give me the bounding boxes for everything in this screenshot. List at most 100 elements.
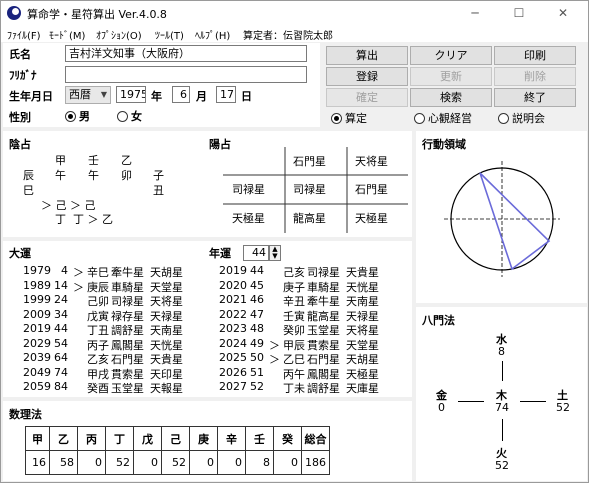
clear-button[interactable]: クリア [410,46,492,65]
menu-tool[interactable]: ﾂｰﾙ(T) [155,27,184,42]
era-select[interactable]: 西暦 ▼ [65,86,111,104]
suuri-table: 甲乙丙丁戊己庚辛壬癸総合 16 58 0 52 0 52 0 0 8 0 186 [25,426,330,475]
taiun-year: 2019 [219,264,247,277]
earth-value: 52 [556,401,570,414]
search-button[interactable]: 検索 [410,88,492,107]
suuri-panel: 数理法 甲乙丙丁戊己庚辛壬癸総合 16 58 0 52 0 52 0 0 8 0 186 [3,401,412,481]
taiun-year: 1999 [23,293,51,306]
suuri-value-row: 16 58 0 52 0 52 0 0 8 0 186 [25,450,330,475]
app-window: 算命学・星符算出 Ver.4.0.8 ─ ☐ ✕ ﾌｧｲﾙ(F) ﾓｰﾄﾞ(M)… [0,0,589,483]
suuri-header-cell: 壬 [245,426,274,451]
taiun-age: 52 [250,380,264,393]
suuri-header-cell: 丙 [77,426,106,451]
month-input[interactable]: 6 [172,86,190,103]
suuri-header-cell: 癸 [273,426,302,451]
male-radio[interactable]: 男 [65,108,90,124]
minimize-button[interactable]: ─ [453,1,497,25]
koudou-chart [444,161,560,277]
mode-setsumei-radio[interactable]: 説明会 [498,110,545,126]
yosen-right-bottom: 天極星 [355,212,388,225]
close-button[interactable]: ✕ [541,1,585,25]
inzen-stem-3: 乙 [121,154,132,167]
mode-santei-label: 算定 [345,112,367,125]
female-radio[interactable]: 女 [117,108,142,124]
maximize-button[interactable]: ☐ [497,1,541,25]
yosen-right-top: 天将星 [355,155,388,168]
taiun-year: 2039 [23,351,51,364]
dob-label: 生年月日 [9,90,53,103]
fire-value: 52 [495,459,509,472]
operator-name: 算定者：伝習院太郎 [243,31,333,42]
suuri-header-cell: 乙 [49,426,78,451]
inzen-branch-5: 子 [153,169,164,182]
kana-input[interactable] [65,66,307,83]
menu-help[interactable]: ﾍﾙﾌﾟ(H) [195,27,230,42]
radio-unchecked-icon [117,111,128,122]
taiun-age: 47 [250,307,264,321]
suuri-header-cell: 甲 [25,426,50,451]
kana-label: ﾌﾘｶﾞﾅ [9,69,37,82]
inzen-branch-2: 午 [55,169,66,182]
suuri-value-cell: 52 [105,450,134,475]
taiun-year: 2022 [219,307,247,321]
wood-value: 74 [495,401,509,414]
taiun-age: 24 [54,293,68,306]
nenun-input[interactable]: 44 [243,245,269,261]
delete-button[interactable]: 削除 [494,67,576,86]
suuri-value-cell: 0 [217,450,246,475]
print-button[interactable]: 印刷 [494,46,576,65]
taiun-juni: 天報星 [150,382,183,395]
earth-connector [520,401,546,402]
register-button[interactable]: 登録 [326,67,408,86]
koudou-panel: 行動領域 [416,131,587,303]
taiun-age: 51 [250,365,264,379]
yosen-west: 司禄星 [232,183,265,196]
taiun-age: 74 [54,365,68,379]
yosen-south: 龍高星 [293,212,326,225]
gender-label: 性別 [9,111,31,124]
taiun-year: 2027 [219,380,247,393]
name-input[interactable]: 吉村洋文知事（大阪府） [65,45,307,62]
mode-shinkan-radio[interactable]: 心観経営 [414,110,472,126]
mode-santei-radio[interactable]: 算定 [331,110,367,126]
taiun-year: 2020 [219,278,247,292]
suuri-header-cell: 辛 [217,426,246,451]
taiun-age: 44 [54,322,68,335]
inzen-title: 陰占 [9,138,31,151]
exit-button[interactable]: 終了 [494,88,576,107]
suuri-value-cell: 52 [161,450,190,475]
radio-unchecked-icon [414,113,425,124]
taiun-age: 44 [250,264,264,277]
female-label: 女 [131,110,142,123]
menu-option[interactable]: ｵﾌﾟｼｮﾝ(O) [96,27,142,42]
suuri-header-row: 甲乙丙丁戊己庚辛壬癸総合 [25,426,330,451]
taiun-year: 1979 [23,264,51,277]
menu-bar: ﾌｧｲﾙ(F) ﾓｰﾄﾞ(M) ｵﾌﾟｼｮﾝ(O) ﾂｰﾙ(T) ﾍﾙﾌﾟ(H)… [1,25,588,42]
inzen-extra-1: 巳 [23,184,34,197]
taiun-star: 玉堂星 [111,382,144,395]
nenun-spinner[interactable]: ▲ ▼ [269,245,281,261]
menu-mode[interactable]: ﾓｰﾄﾞ(M) [49,27,85,42]
spin-down-icon: ▼ [272,252,278,260]
calc-button[interactable]: 算出 [326,46,408,65]
taiun-age: 46 [250,293,264,306]
suuri-value-cell: 0 [189,450,218,475]
update-button[interactable]: 更新 [410,67,492,86]
radio-checked-icon [331,113,342,124]
day-unit: 日 [241,90,252,103]
male-label: 男 [79,110,90,123]
suuri-title: 数理法 [9,408,42,421]
mode-shinkan-label: 心観経営 [428,112,472,125]
yosen-east: 石門星 [355,183,388,196]
day-input[interactable]: 17 [216,86,236,103]
inzen-stem-1: 甲 [55,154,66,167]
menu-file[interactable]: ﾌｧｲﾙ(F) [7,27,41,42]
metal-value: 0 [438,401,445,414]
inzen-yosen-panel: 陰占 甲 壬 乙 辰 午 午 卯 子 巳 丑 ＞ 己 ＞ 己 丁 丁 ＞ 乙 陽… [3,131,412,237]
year-input[interactable]: 1975 [116,86,146,103]
taiun-age: 54 [54,336,68,350]
suuri-value-cell: 186 [301,450,330,475]
suuri-header-cell: 戊 [133,426,162,451]
confirm-button[interactable]: 確定 [326,88,408,107]
suuri-header-cell: 庚 [189,426,218,451]
